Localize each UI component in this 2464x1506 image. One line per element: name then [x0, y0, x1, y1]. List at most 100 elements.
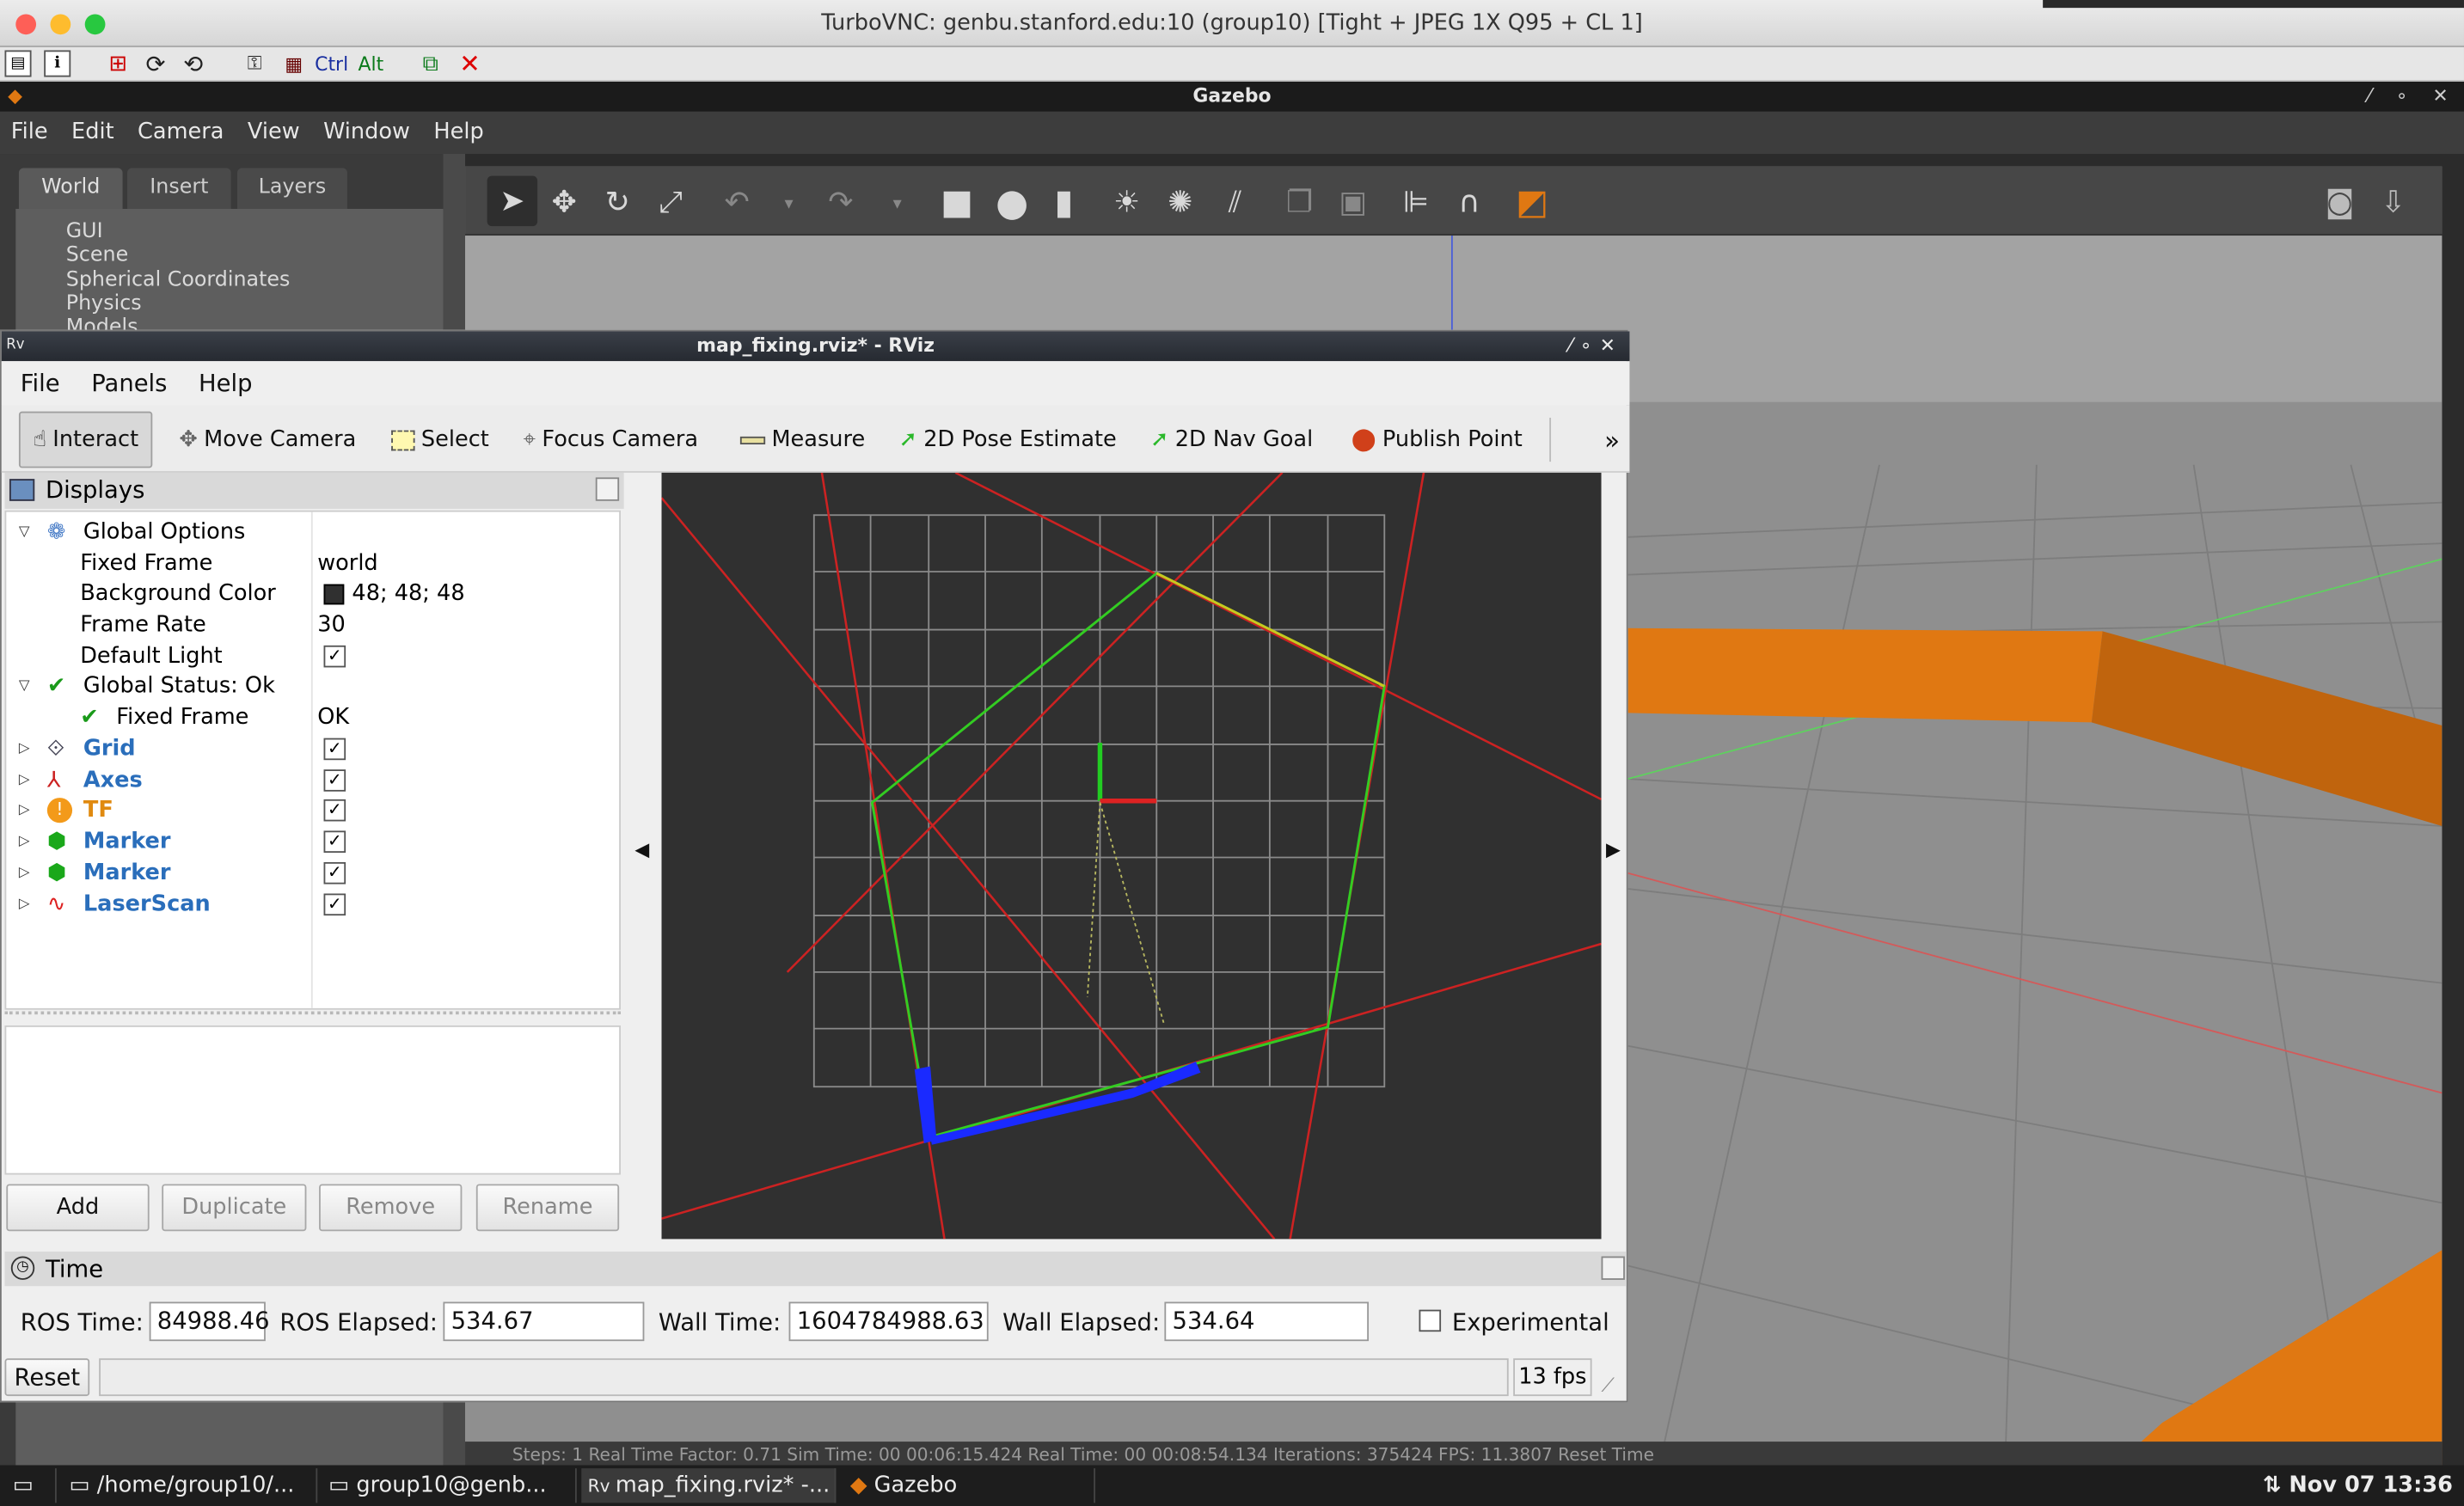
keys-icon[interactable]: ⚿	[241, 50, 269, 77]
collapsed-arrow-icon[interactable]: ▷	[19, 857, 30, 889]
tree-row-fixed-frame-status[interactable]: ✔ Fixed Frame OK	[6, 702, 619, 734]
sphere-shape-icon[interactable]: ●	[991, 181, 1033, 224]
toolbar-more-button[interactable]: »	[1604, 421, 1620, 459]
collapsed-arrow-icon[interactable]: ▷	[19, 826, 30, 858]
ros-time-field[interactable]: 84988.46	[149, 1301, 270, 1342]
tree-row-frame-rate[interactable]: Frame Rate 30	[6, 609, 619, 641]
window-controls-icon[interactable]: ⁄ ∘ ✕	[2368, 82, 2458, 112]
default-light-checkbox[interactable]: ✓	[323, 645, 346, 668]
snap-icon[interactable]: ∩	[1449, 182, 1490, 223]
panel-splitter[interactable]	[4, 1011, 621, 1021]
tree-row-marker-2[interactable]: ▷ ⬢ Marker ✓	[6, 857, 619, 889]
frame-rate-value[interactable]: 30	[317, 609, 346, 641]
tree-item-spherical-coordinates[interactable]: Spherical Coordinates	[66, 268, 291, 291]
axes-checkbox[interactable]: ✓	[323, 769, 346, 792]
clipboard-icon[interactable]: ▤	[4, 50, 32, 77]
gazebo-menu-camera[interactable]: Camera	[138, 112, 224, 154]
taskbar-item-ssh[interactable]: ▭ group10@genb...	[322, 1468, 577, 1503]
expanded-arrow-icon[interactable]: ▽	[19, 670, 30, 702]
float-time-panel-button[interactable]	[1601, 1256, 1625, 1280]
collapsed-arrow-icon[interactable]: ▷	[19, 733, 30, 765]
grid-checkbox[interactable]: ✓	[323, 738, 346, 761]
gazebo-menu-edit[interactable]: Edit	[71, 112, 114, 154]
spot-light-icon[interactable]: ✺	[1160, 182, 1201, 223]
log-icon[interactable]: ⇩	[2373, 182, 2414, 223]
laserscan-checkbox[interactable]: ✓	[323, 893, 346, 916]
collapsed-arrow-icon[interactable]: ▷	[19, 889, 30, 921]
gazebo-menu-file[interactable]: File	[11, 112, 48, 154]
redo-icon[interactable]: ↷	[820, 182, 861, 223]
tab-layers[interactable]: Layers	[236, 168, 347, 209]
view-angle-icon[interactable]: ◩	[1511, 182, 1553, 223]
select-mode-icon[interactable]: ➤	[487, 175, 538, 227]
undo-history-icon[interactable]: ▾	[769, 182, 810, 223]
directional-light-icon[interactable]: ⫽	[1215, 182, 1256, 223]
tree-row-default-light[interactable]: Default Light ✓	[6, 640, 619, 672]
tree-row-grid[interactable]: ▷ ⟐ Grid ✓	[6, 733, 619, 765]
cylinder-shape-icon[interactable]: ▮	[1044, 182, 1085, 223]
scale-mode-icon[interactable]: ⤢	[651, 182, 692, 223]
collapse-left-icon[interactable]: ◀	[634, 839, 649, 861]
tool-2d-pose-estimate[interactable]: ➚ 2D Pose Estimate	[899, 421, 1117, 459]
gazebo-menu-view[interactable]: View	[248, 112, 300, 154]
tool-2d-nav-goal[interactable]: ➚ 2D Nav Goal	[1150, 421, 1313, 459]
tool-interact[interactable]: ☝ Interact	[18, 411, 153, 468]
tree-item-scene[interactable]: Scene	[66, 243, 128, 266]
tool-move-camera[interactable]: ✥ Move Camera	[179, 421, 356, 459]
paste-icon[interactable]: ▣	[1333, 182, 1374, 223]
rviz-menu-panels[interactable]: Panels	[91, 361, 167, 405]
rviz-window-controls-icon[interactable]: ⁄∘✕	[1569, 331, 1623, 361]
gazebo-menu-window[interactable]: Window	[323, 112, 410, 154]
rotate-mode-icon[interactable]: ↻	[598, 182, 639, 223]
color-swatch[interactable]	[323, 584, 345, 605]
background-color-value[interactable]: 48; 48; 48	[352, 578, 464, 609]
collapsed-arrow-icon[interactable]: ▷	[19, 794, 30, 826]
expanded-arrow-icon[interactable]: ▽	[19, 517, 30, 548]
marker-checkbox[interactable]: ✓	[323, 861, 346, 885]
tree-row-global-options[interactable]: ▽ ❁ Global Options	[6, 517, 619, 548]
translate-mode-icon[interactable]: ✥	[543, 182, 585, 223]
tree-row-fixed-frame[interactable]: Fixed Frame world	[6, 548, 619, 580]
align-icon[interactable]: ⊫	[1395, 182, 1437, 223]
wall-time-field[interactable]: 1604784988.63	[788, 1301, 989, 1342]
tool-select[interactable]: Select	[391, 421, 489, 459]
tree-item-physics[interactable]: Physics	[66, 292, 142, 315]
ctrl-alt-del-icon[interactable]: ▦	[279, 50, 308, 77]
tree-row-background-color[interactable]: Background Color 48; 48; 48	[6, 578, 619, 609]
tree-row-global-status[interactable]: ▽ ✔ Global Status: Ok	[6, 670, 619, 702]
undo-icon[interactable]: ↶	[716, 182, 757, 223]
collapsed-arrow-icon[interactable]: ▷	[19, 765, 30, 797]
tool-publish-point[interactable]: ⬤ Publish Point	[1352, 421, 1523, 459]
copy-icon[interactable]: ❐	[1279, 182, 1321, 223]
rviz-menu-file[interactable]: File	[21, 361, 60, 405]
fullscreen-icon[interactable]: ⊞	[104, 50, 132, 77]
taskbar-item-rviz[interactable]: Rv map_fixing.rviz* -...	[581, 1468, 837, 1503]
rviz-3d-view[interactable]	[661, 472, 1602, 1240]
gazebo-menu-help[interactable]: Help	[433, 112, 483, 154]
add-button[interactable]: Add	[6, 1184, 150, 1232]
tab-world[interactable]: World	[18, 168, 123, 209]
tree-item-models[interactable]: Models	[66, 315, 138, 329]
tree-row-marker-1[interactable]: ▷ ⬢ Marker ✓	[6, 826, 619, 858]
info-icon[interactable]: ℹ	[44, 50, 71, 77]
reset-button[interactable]: Reset	[4, 1358, 90, 1397]
experimental-checkbox[interactable]	[1419, 1309, 1442, 1332]
remove-button[interactable]: Remove	[319, 1184, 463, 1232]
resize-grip-icon[interactable]: ⟋	[1602, 1374, 1615, 1398]
point-light-icon[interactable]: ☀	[1106, 182, 1148, 223]
fixed-frame-value[interactable]: world	[317, 548, 377, 580]
ctrl-key-button[interactable]: Ctrl	[315, 50, 349, 77]
taskbar-item-gazebo[interactable]: ◆ Gazebo	[844, 1468, 1095, 1503]
tab-insert[interactable]: Insert	[127, 168, 231, 209]
screenshot-icon[interactable]: ◙	[2320, 182, 2361, 223]
tree-row-tf[interactable]: ▷ ! TF ✓	[6, 794, 619, 826]
refresh-all-icon[interactable]: ⟲	[179, 50, 207, 78]
alt-key-button[interactable]: Alt	[355, 50, 387, 77]
collapse-right-icon[interactable]: ▶	[1606, 839, 1621, 861]
tree-item-gui[interactable]: GUI	[66, 220, 103, 243]
tf-checkbox[interactable]: ✓	[323, 799, 346, 822]
float-panel-button[interactable]	[595, 477, 620, 501]
tool-measure[interactable]: Measure	[739, 421, 865, 459]
rviz-menu-help[interactable]: Help	[199, 361, 253, 405]
tree-row-laserscan[interactable]: ▷ ∿ LaserScan ✓	[6, 889, 619, 921]
